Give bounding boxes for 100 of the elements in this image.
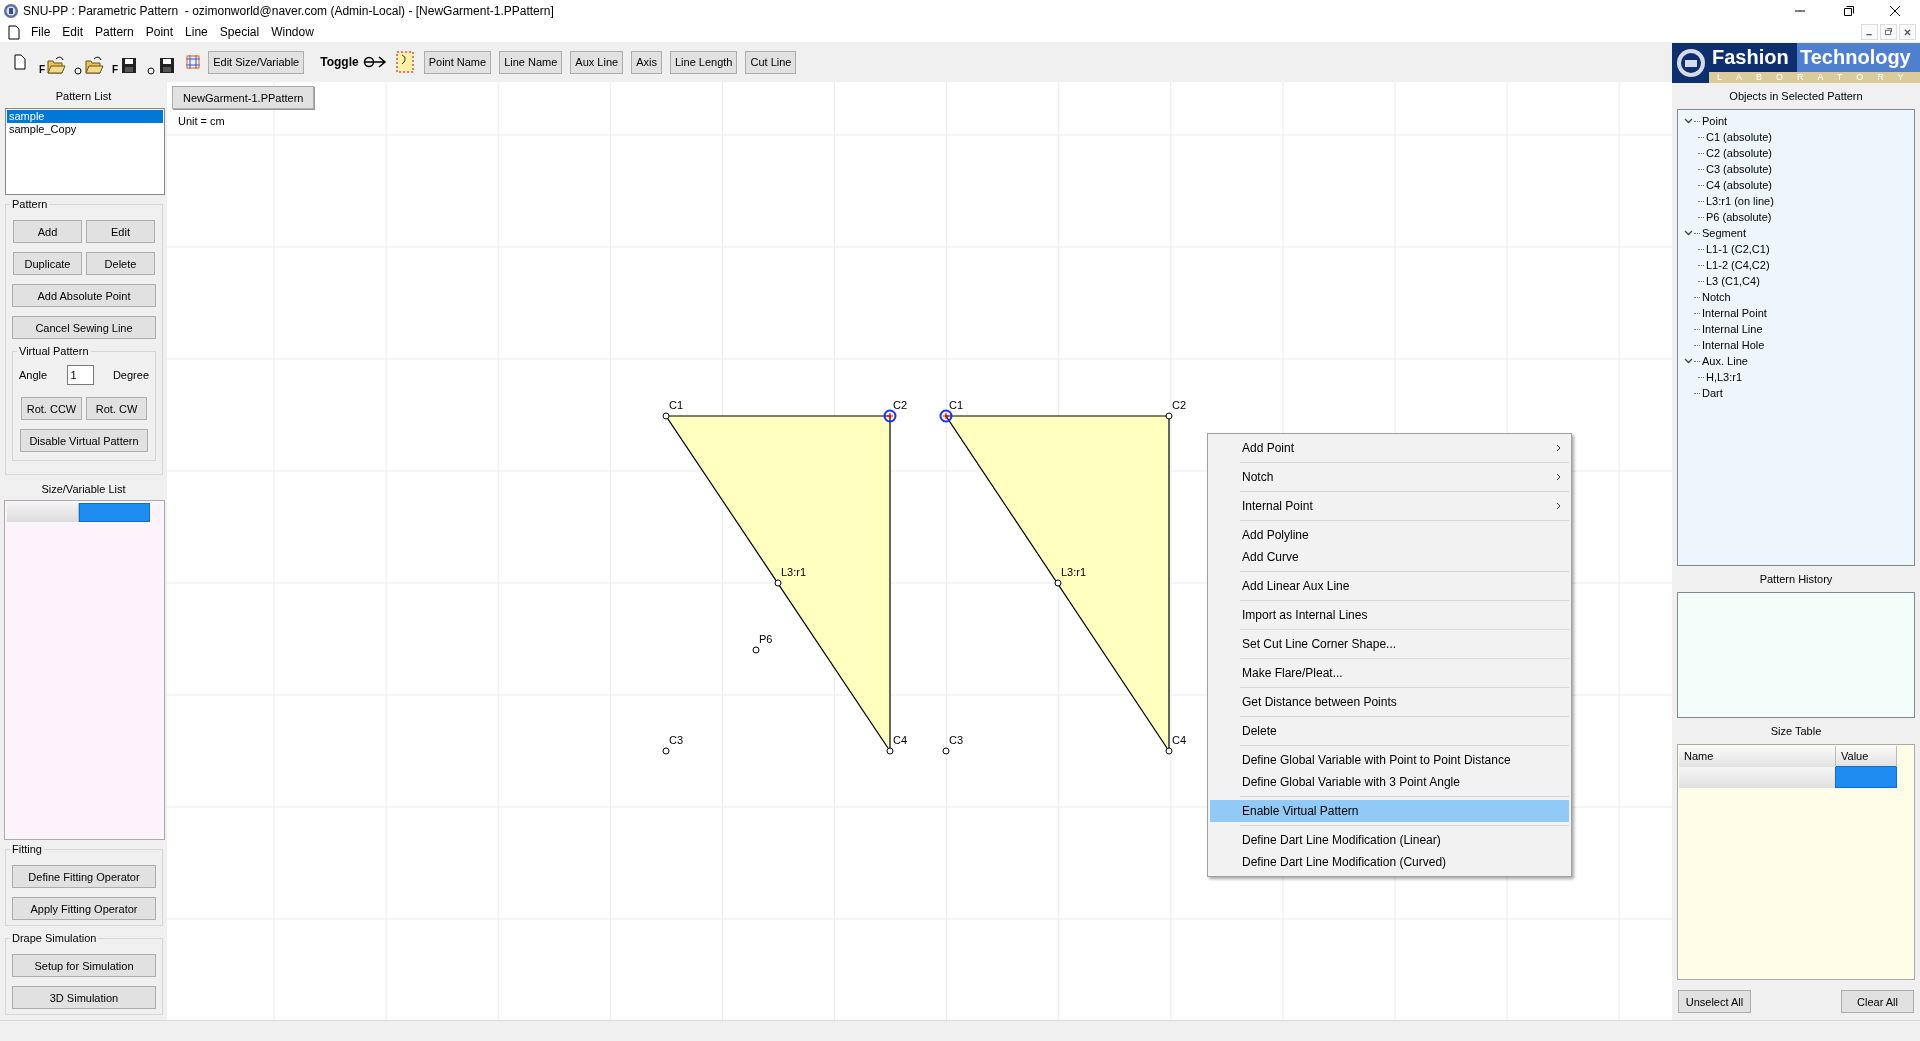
- new-file-icon[interactable]: [13, 54, 27, 70]
- context-menu-item[interactable]: Enable Virtual Pattern: [1210, 800, 1569, 822]
- context-menu-item[interactable]: Get Distance between Points: [1210, 691, 1569, 713]
- clear-all-button[interactable]: Clear All: [1841, 990, 1914, 1013]
- selected-point-marker[interactable]: [883, 409, 897, 423]
- panel-button[interactable]: Delete: [86, 252, 155, 275]
- context-menu-item[interactable]: Set Cut Line Corner Shape...: [1210, 633, 1569, 655]
- panel-button[interactable]: Setup for Simulation: [12, 954, 156, 977]
- panel-button[interactable]: Rot. CCW: [21, 397, 82, 420]
- toolbar-button[interactable]: Edit Size/Variable: [208, 50, 305, 74]
- selection-region-icon[interactable]: [395, 51, 414, 73]
- menu-item[interactable]: Window: [265, 22, 320, 42]
- tree-item[interactable]: C1 (absolute): [1706, 131, 1773, 143]
- point-marker[interactable]: [1165, 747, 1173, 755]
- menu-item[interactable]: Point: [139, 22, 180, 42]
- point-label: L3:r1: [1061, 566, 1087, 578]
- tree-item[interactable]: Internal Point: [1702, 307, 1767, 319]
- column-header[interactable]: Name: [1679, 746, 1836, 767]
- tree-item[interactable]: P6 (absolute): [1706, 211, 1772, 223]
- point-marker[interactable]: [1165, 412, 1173, 420]
- unselect-all-button[interactable]: Unselect All: [1678, 990, 1751, 1013]
- tree-item[interactable]: Internal Hole: [1702, 339, 1765, 351]
- context-menu-item[interactable]: Add Polyline: [1210, 524, 1569, 546]
- context-menu-item[interactable]: Add Linear Aux Line: [1210, 575, 1569, 597]
- menu-item[interactable]: Line: [179, 22, 214, 42]
- pattern-tab[interactable]: NewGarment-1.PPattern: [172, 86, 315, 109]
- tree-item[interactable]: Dart: [1702, 387, 1723, 399]
- panel-button[interactable]: Duplicate: [13, 252, 82, 275]
- toolbar-button[interactable]: Line Name: [499, 50, 563, 74]
- panel-button[interactable]: Cancel Sewing Line: [12, 316, 156, 339]
- tree-item[interactable]: Notch: [1702, 291, 1731, 303]
- toolbar-button[interactable]: Cut Line: [745, 50, 797, 74]
- context-menu-item[interactable]: Define Global Variable with Point to Point Distance: [1210, 749, 1569, 771]
- context-menu-item[interactable]: Define Global Variable with 3 Point Angle: [1210, 771, 1569, 793]
- point-label: L3:r1: [781, 566, 807, 578]
- context-menu-item[interactable]: Add Curve: [1210, 546, 1569, 568]
- expand-chevron-icon[interactable]: [1684, 118, 1693, 124]
- tree-item[interactable]: Point: [1702, 115, 1728, 127]
- angle-field[interactable]: 1: [66, 365, 94, 385]
- point-label: C2: [1172, 399, 1187, 411]
- selected-point-marker[interactable]: [939, 409, 953, 423]
- panel-button[interactable]: Disable Virtual Pattern: [20, 429, 148, 452]
- context-menu-item[interactable]: Define Dart Line Modification (Linear): [1210, 829, 1569, 851]
- context-menu-item[interactable]: Notch: [1210, 466, 1569, 488]
- group-legend: Virtual Pattern: [17, 345, 91, 357]
- tree-item[interactable]: C2 (absolute): [1706, 147, 1773, 159]
- tree-item[interactable]: L1-2 (C4,C2): [1706, 259, 1770, 271]
- tree-item[interactable]: Segment: [1702, 227, 1747, 239]
- toolbar-button[interactable]: Line Length: [669, 50, 738, 74]
- tree-item[interactable]: L3:r1 (on line): [1706, 195, 1774, 207]
- tree-item[interactable]: Internal Line: [1702, 323, 1763, 335]
- panel-button[interactable]: Add Absolute Point: [12, 284, 156, 307]
- panel-button[interactable]: Apply Fitting Operator: [12, 897, 156, 920]
- panel-button[interactable]: Define Fitting Operator: [12, 865, 156, 888]
- menu-item[interactable]: Special: [213, 22, 266, 42]
- context-menu-item[interactable]: Add Point: [1210, 437, 1569, 459]
- tree-item[interactable]: C3 (absolute): [1706, 163, 1773, 175]
- list-item[interactable]: sample_Copy: [7, 123, 163, 136]
- point-label: C2: [893, 399, 908, 411]
- point-marker[interactable]: [752, 646, 760, 654]
- toolbar-button[interactable]: Aux Line: [570, 50, 624, 74]
- point-marker[interactable]: [886, 747, 894, 755]
- context-menu-item[interactable]: Make Flare/Pleat...: [1210, 662, 1569, 684]
- table-cell[interactable]: [1679, 766, 1836, 788]
- panel-button[interactable]: Add: [13, 220, 82, 243]
- close-icon[interactable]: [1899, 24, 1916, 40]
- tree-item[interactable]: C4 (absolute): [1706, 179, 1773, 191]
- context-menu-item[interactable]: Define Dart Line Modification (Curved): [1210, 851, 1569, 873]
- panel-button[interactable]: Rot. CW: [86, 397, 147, 420]
- tree-item[interactable]: L1-1 (C2,C1): [1706, 243, 1770, 255]
- context-menu-item[interactable]: Delete: [1210, 720, 1569, 742]
- panel-title: Size/Variable List: [40, 483, 127, 497]
- menu-item[interactable]: Edit: [56, 22, 90, 42]
- point-marker[interactable]: [662, 412, 670, 420]
- tree-item[interactable]: L3 (C1,C4): [1706, 275, 1760, 287]
- header-cell[interactable]: [79, 503, 150, 522]
- table-cell[interactable]: [1835, 766, 1897, 788]
- context-menu-item[interactable]: Import as Internal Lines: [1210, 604, 1569, 626]
- group-legend: Fitting: [10, 843, 44, 855]
- point-marker[interactable]: [662, 747, 670, 755]
- menu-item[interactable]: Pattern: [89, 22, 140, 42]
- expand-chevron-icon[interactable]: [1684, 230, 1693, 236]
- grid-icon[interactable]: [185, 54, 202, 70]
- toolbar-button[interactable]: Point Name: [423, 50, 492, 74]
- list-item[interactable]: sample: [7, 110, 163, 123]
- expand-chevron-icon[interactable]: [1684, 358, 1693, 364]
- tree-item[interactable]: H,L3:r1: [1706, 371, 1743, 383]
- app-emblem-icon: [3, 3, 19, 19]
- panel-button[interactable]: 3D Simulation: [12, 986, 156, 1009]
- toggle-arrow-icon[interactable]: [362, 54, 387, 70]
- panel-button[interactable]: Edit: [86, 220, 155, 243]
- point-marker[interactable]: [942, 747, 950, 755]
- header-cell[interactable]: [7, 503, 79, 522]
- menu-item[interactable]: File: [25, 22, 57, 42]
- point-marker[interactable]: [1054, 579, 1062, 587]
- toolbar-button[interactable]: Axis: [631, 50, 662, 74]
- column-header[interactable]: Value: [1835, 746, 1897, 767]
- tree-item[interactable]: Aux. Line: [1702, 355, 1748, 367]
- point-marker[interactable]: [774, 579, 782, 587]
- context-menu-item[interactable]: Internal Point: [1210, 495, 1569, 517]
